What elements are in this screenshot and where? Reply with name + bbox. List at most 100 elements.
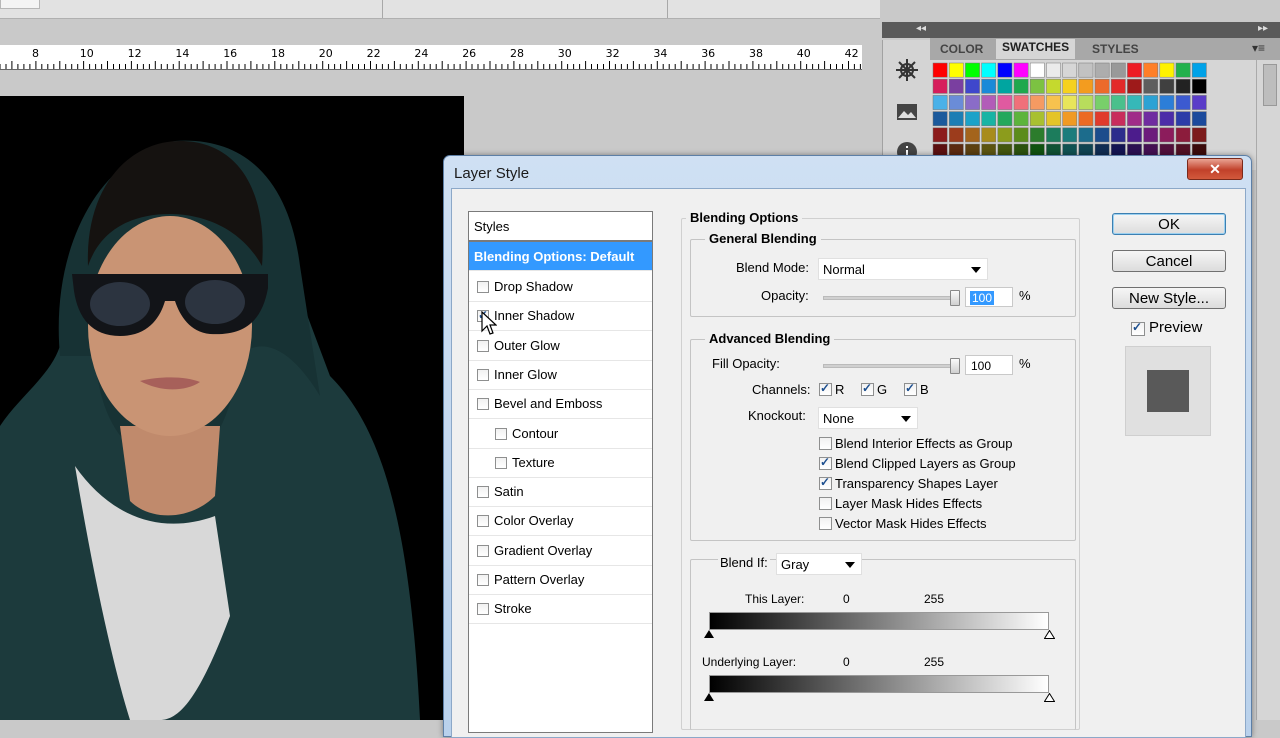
swatch-cell[interactable] [948,111,964,127]
swatch-cell[interactable] [1029,127,1045,143]
blend-interior-effects-as-group-checkbox[interactable] [819,437,832,450]
tab-color[interactable]: COLOR [934,41,989,57]
swatch-cell[interactable] [1062,111,1078,127]
swatch-cell[interactable] [965,62,980,78]
horizontal-ruler[interactable]: 8 10 12 14 16 18 20 22 24 26 28 30 32 34 36 38 40 42 [0,45,862,70]
swatch-cell[interactable] [981,62,997,78]
underlying-black-slider[interactable] [704,693,714,701]
preview-checkbox[interactable] [1131,320,1145,336]
blend-mode-select[interactable]: Normal [818,258,988,280]
style-item-color-overlay[interactable]: Color Overlay [469,506,652,537]
styles-header[interactable]: Styles [469,212,652,242]
swatch-cell[interactable] [1013,127,1029,143]
inner-glow-checkbox[interactable] [477,368,489,381]
swatch-grid[interactable] [930,60,1256,170]
swatch-cell[interactable] [981,111,997,127]
contour-checkbox[interactable] [495,427,507,440]
swatch-cell[interactable] [1013,111,1029,127]
swatch-cell[interactable] [932,95,948,110]
swatch-cell[interactable] [1127,111,1142,127]
this-layer-black-slider[interactable] [704,630,714,638]
swatch-cell[interactable] [1191,127,1207,143]
swatch-cell[interactable] [948,78,964,94]
swatch-cell[interactable] [1013,62,1029,78]
swatch-cell[interactable] [1094,62,1110,78]
vector-mask-hides-effects-checkbox[interactable] [819,517,832,530]
swatch-cell[interactable] [1175,78,1191,94]
layer-mask-hides-effects-checkbox[interactable] [819,497,832,510]
color-overlay-checkbox[interactable] [477,515,489,528]
knockout-select[interactable]: None [818,407,918,429]
panel-scrollbar[interactable] [1256,60,1280,720]
options-button[interactable] [0,0,40,9]
underlying-white-slider[interactable] [1044,693,1055,702]
swatch-cell[interactable] [1159,78,1175,94]
swatch-cell[interactable] [981,78,997,94]
swatch-cell[interactable] [1143,78,1159,94]
scrollbar-thumb[interactable] [1263,64,1277,106]
fill-opacity-slider-track[interactable] [823,364,960,368]
swatch-cell[interactable] [932,62,948,78]
swatch-cells[interactable] [930,60,1256,170]
swatch-cell[interactable] [965,111,980,127]
blend-if-select[interactable]: Gray [776,553,862,575]
swatch-cell[interactable] [932,78,948,94]
style-item-satin[interactable]: Satin [469,477,652,508]
swatch-cell[interactable] [1127,95,1142,110]
channel-b-checkbox[interactable] [904,381,917,396]
swatch-cell[interactable] [997,78,1013,94]
swatch-cell[interactable] [948,95,964,110]
swatch-cell[interactable] [1094,78,1110,94]
swatch-cell[interactable] [1029,111,1045,127]
swatch-cell[interactable] [1110,127,1126,143]
tab-styles[interactable]: STYLES [1086,41,1145,57]
tab-swatches[interactable]: SWATCHES [996,39,1076,59]
swatch-cell[interactable] [1078,62,1094,78]
satin-checkbox[interactable] [477,486,489,499]
style-item-bevel-and-emboss[interactable]: Bevel and Emboss [469,389,652,420]
opacity-slider-track[interactable] [823,296,960,300]
gradient-overlay-checkbox[interactable] [477,544,489,557]
style-item-texture[interactable]: Texture [469,448,652,478]
collapse-right-icon[interactable]: ▸▸ [1258,23,1268,34]
texture-checkbox[interactable] [495,456,507,469]
this-layer-white-slider[interactable] [1044,630,1055,639]
panel-menu-icon[interactable]: ▾≡ [1252,41,1265,55]
style-item-stroke[interactable]: Stroke [469,594,652,625]
swatch-cell[interactable] [1094,127,1110,143]
swatch-cell[interactable] [1143,95,1159,110]
swatch-cell[interactable] [1175,111,1191,127]
swatch-cell[interactable] [1159,111,1175,127]
style-item-blending-options-default[interactable]: Blending Options: Default [469,242,652,271]
swatch-cell[interactable] [997,95,1013,110]
swatch-cell[interactable] [1175,62,1191,78]
style-item-inner-glow[interactable]: Inner Glow [469,360,652,390]
canvas-image[interactable] [0,96,464,720]
swatch-cell[interactable] [1127,62,1142,78]
swatch-cell[interactable] [965,95,980,110]
close-button[interactable]: ✕ [1187,158,1243,180]
swatch-cell[interactable] [1046,62,1061,78]
swatch-cell[interactable] [1046,95,1061,110]
swatch-cell[interactable] [1159,127,1175,143]
fill-opacity-input[interactable]: 100 [965,355,1013,375]
swatch-cell[interactable] [1013,95,1029,110]
swatch-cell[interactable] [948,127,964,143]
style-item-pattern-overlay[interactable]: Pattern Overlay [469,565,652,595]
transparency-shapes-layer-checkbox[interactable] [819,475,832,490]
style-item-contour[interactable]: Contour [469,419,652,449]
outer-glow-checkbox[interactable] [477,339,489,352]
swatch-cell[interactable] [1110,111,1126,127]
swatch-cell[interactable] [1062,95,1078,110]
new-style-button[interactable]: New Style... [1112,287,1226,309]
swatch-cell[interactable] [1191,78,1207,94]
drop-shadow-checkbox[interactable] [477,281,489,293]
swatch-cell[interactable] [965,78,980,94]
ok-button[interactable]: OK [1112,213,1226,235]
swatch-cell[interactable] [1175,95,1191,110]
swatch-cell[interactable] [1159,62,1175,78]
swatch-cell[interactable] [1062,62,1078,78]
swatch-cell[interactable] [997,111,1013,127]
image-icon[interactable] [895,100,919,124]
swatch-cell[interactable] [1143,62,1159,78]
